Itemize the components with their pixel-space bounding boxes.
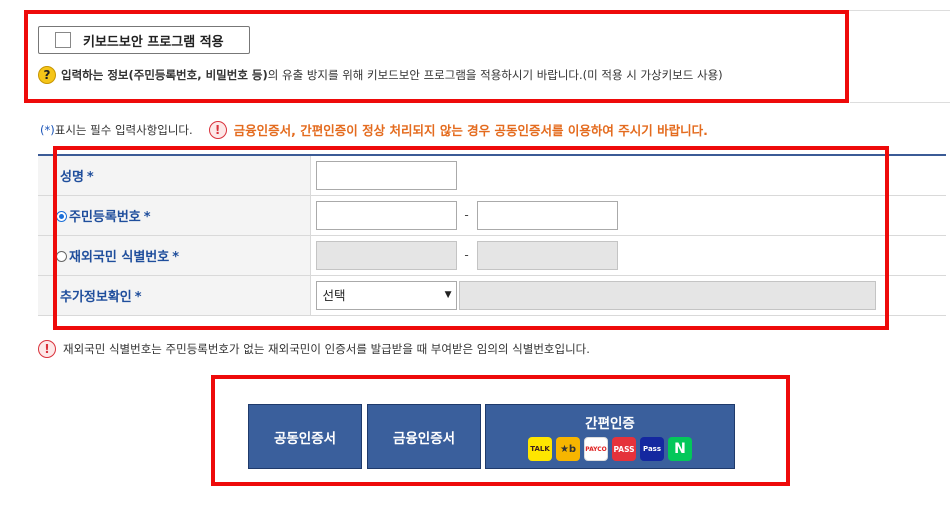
- keyboard-security-label: 키보드보안 프로그램 적용: [83, 34, 224, 50]
- rrn-back-input[interactable]: [476, 200, 618, 230]
- easy-auth-label: 간편인증: [585, 416, 635, 432]
- required-star: (*): [40, 122, 55, 137]
- joint-cert-button[interactable]: 공동인증서: [248, 404, 362, 469]
- notice-bold: 입력하는 정보: [61, 68, 129, 82]
- additional-info-cell: 선택 ▼: [310, 275, 946, 316]
- name-label: 성명 *: [38, 155, 311, 196]
- alert-icon: !: [208, 120, 227, 139]
- easy-auth-button[interactable]: 간편인증 TALK ★b PAYCO PASS Pass N: [485, 404, 735, 469]
- pass-icon: PASS: [612, 437, 636, 461]
- financial-cert-button[interactable]: 금융인증서: [367, 404, 481, 469]
- cert-warning: 금융인증서, 간편인증이 정상 처리되지 않는 경우 공동인증서를 이용하여 주…: [233, 123, 708, 138]
- keyboard-security-checkbox[interactable]: [55, 32, 71, 48]
- form-row-rrn: 주민등록번호 * -: [38, 195, 946, 236]
- top-divider: [36, 10, 950, 11]
- easy-auth-providers: TALK ★b PAYCO PASS Pass N: [528, 437, 692, 461]
- rrn-front-input[interactable]: [315, 200, 457, 230]
- question-icon: ?: [38, 66, 56, 84]
- required-text: 표시는 필수 입력사항입니다.: [54, 122, 193, 137]
- section-divider: [850, 102, 950, 103]
- form-row-additional: 추가정보확인 * 선택 ▼: [38, 275, 946, 316]
- name-field-cell: [310, 155, 946, 196]
- overseas-id-back-input: [476, 240, 618, 270]
- naver-icon: N: [668, 437, 692, 461]
- required-note: (*) 표시는 필수 입력사항입니다. ! 금융인증서, 간편인증이 정상 처리…: [40, 120, 708, 139]
- additional-info-select[interactable]: 선택 ▼: [315, 280, 457, 310]
- overseas-id-radio[interactable]: [56, 250, 67, 262]
- keyboard-security-section: 키보드보안 프로그램 적용 ? 입력하는 정보 (주민등록번호, 비밀번호 등) 의…: [36, 24, 936, 98]
- notice-bold-examples: (주민등록번호, 비밀번호 등): [128, 68, 268, 82]
- overseas-id-field-cell: -: [310, 235, 946, 276]
- overseas-id-front-input: [315, 240, 457, 270]
- payco-icon: PAYCO: [584, 437, 608, 461]
- overseas-id-dash: -: [464, 248, 469, 262]
- kakaotalk-icon: TALK: [528, 437, 552, 461]
- form-row-name: 성명 *: [38, 155, 946, 196]
- identity-form: 성명 * 주민등록번호 * - 재외국민 식별번호 * - 추가정보확인 * 선택 ▼: [38, 154, 946, 316]
- name-input[interactable]: [315, 160, 457, 190]
- samsung-pass-icon: Pass: [640, 437, 664, 461]
- overseas-id-footnote: ! 재외국민 식별번호는 주민등록번호가 없는 재외국민이 인증서를 발급받을 …: [38, 340, 590, 358]
- kb-icon: ★b: [556, 437, 580, 461]
- form-row-overseas-id: 재외국민 식별번호 * -: [38, 235, 946, 276]
- overseas-id-label: 재외국민 식별번호 *: [38, 235, 311, 276]
- additional-info-input: [458, 280, 876, 310]
- rrn-label: 주민등록번호 *: [38, 195, 311, 236]
- notice-text: 의 유출 방지를 위해 키보드보안 프로그램을 적용하시기 바랍니다.(미 적용…: [267, 68, 723, 82]
- chevron-down-icon: ▼: [444, 289, 452, 300]
- rrn-field-cell: -: [310, 195, 946, 236]
- alert-icon: !: [38, 340, 56, 358]
- footnote-text: 재외국민 식별번호는 주민등록번호가 없는 재외국민이 인증서를 발급받을 때 …: [63, 342, 590, 356]
- keyboard-security-toggle[interactable]: 키보드보안 프로그램 적용: [38, 26, 250, 54]
- rrn-dash: -: [464, 208, 469, 222]
- keyboard-security-notice: ? 입력하는 정보 (주민등록번호, 비밀번호 등) 의 유출 방지를 위해 키보드…: [38, 66, 723, 84]
- rrn-radio[interactable]: [56, 210, 67, 222]
- additional-info-label: 추가정보확인 *: [38, 275, 311, 316]
